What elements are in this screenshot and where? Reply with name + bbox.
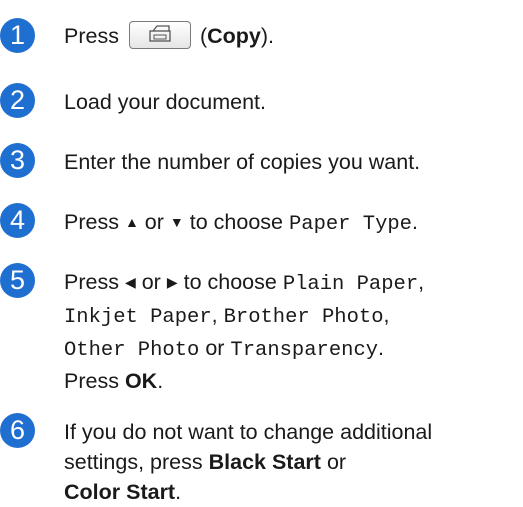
option-inkjet-paper: Inkjet Paper: [64, 306, 212, 329]
step-number-badge: 2: [0, 83, 35, 118]
step-number-badge: 6: [0, 413, 35, 448]
step-text: Load your document.: [64, 90, 266, 114]
or-text: or: [326, 450, 347, 474]
step-line: Press ◀ or ▶ to choose Plain Paper,: [64, 267, 523, 300]
step-line: settings, press Black Start or: [64, 447, 523, 477]
period: .: [175, 480, 182, 504]
color-start-label: Color Start: [64, 480, 176, 504]
or-text: or: [141, 270, 161, 294]
menu-item-paper-type: Paper Type: [288, 213, 412, 236]
option-brother-photo: Brother Photo: [223, 306, 384, 329]
step-line: Color Start.: [64, 477, 523, 507]
period: .: [157, 369, 164, 393]
step-text: Press ◀ or ▶ to choose Plain Paper, Inkj…: [64, 267, 523, 396]
to-choose-text: to choose: [183, 270, 277, 294]
comma: ,: [211, 303, 218, 327]
comma: ,: [383, 303, 390, 327]
period: .: [378, 336, 385, 360]
step-line: Inkjet Paper, Brother Photo,: [64, 300, 523, 333]
step-line: Other Photo or Transparency.: [64, 333, 523, 366]
copy-key-icon: [128, 21, 191, 50]
step-line: If you do not want to change additional: [64, 420, 433, 444]
press-text: Press: [64, 369, 119, 393]
step-number-badge: 5: [0, 263, 35, 298]
down-arrow-icon: ▼: [169, 214, 184, 230]
step-text: If you do not want to change additional …: [64, 417, 523, 507]
right-arrow-icon: ▶: [166, 274, 178, 290]
step-number-badge: 4: [0, 203, 35, 238]
to-choose-text: to choose: [189, 210, 283, 234]
step-number-badge: 3: [0, 143, 35, 178]
option-transparency: Transparency: [230, 339, 379, 362]
step-text: Press ▲ or ▼ to choose Paper Type.: [64, 207, 523, 240]
press-text: Press: [64, 210, 119, 234]
step-number-badge: 1: [0, 18, 35, 53]
option-plain-paper: Plain Paper: [282, 273, 419, 296]
black-start-label: Black Start: [208, 450, 321, 474]
step-text: Press (Copy).: [64, 21, 523, 51]
or-text: or: [205, 336, 225, 360]
press-text: Press: [64, 270, 119, 294]
left-arrow-icon: ◀: [124, 274, 136, 290]
close-paren: ).: [260, 24, 274, 48]
step-line: Press OK.: [64, 366, 523, 396]
ok-label: OK: [124, 369, 158, 393]
or-text: or: [144, 210, 164, 234]
period: .: [412, 210, 418, 234]
up-arrow-icon: ▲: [124, 214, 139, 230]
settings-text: settings, press: [64, 450, 203, 474]
comma: ,: [418, 270, 425, 294]
press-text: Press: [64, 24, 119, 48]
option-other-photo: Other Photo: [64, 339, 200, 362]
step-text: Enter the number of copies you want.: [64, 150, 421, 174]
copy-label: Copy: [207, 24, 261, 48]
